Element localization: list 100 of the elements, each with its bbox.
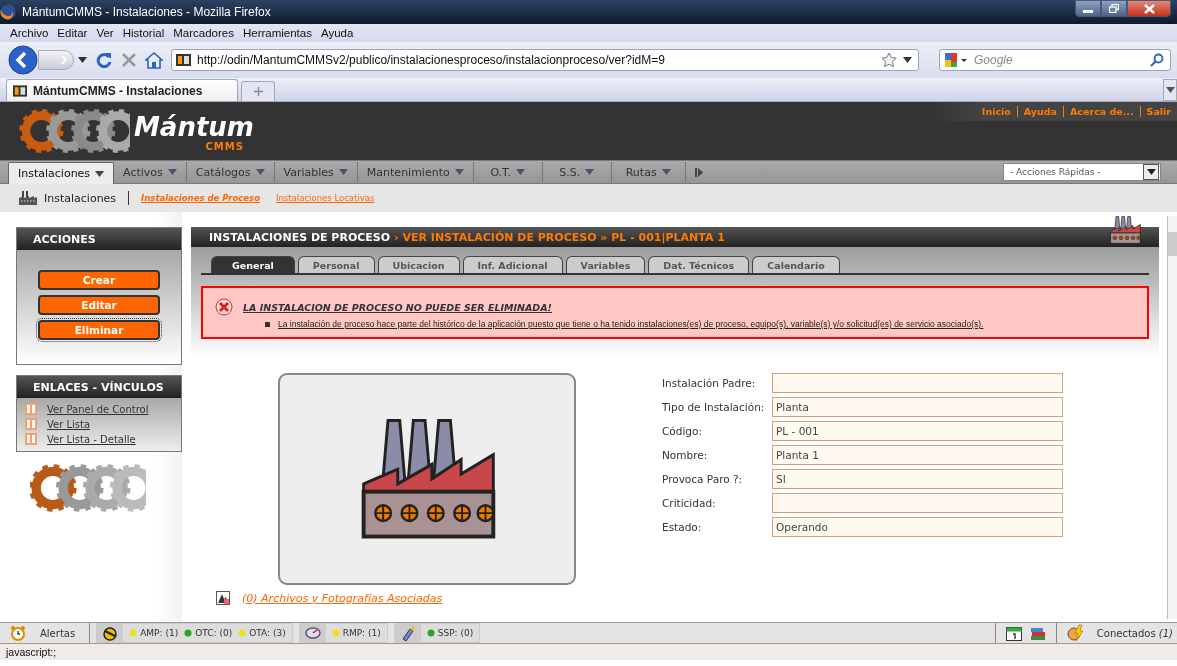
status-dot: [238, 629, 247, 637]
status-dot: [331, 629, 340, 637]
menu-item[interactable]: Ver: [96, 27, 114, 39]
input-field[interactable]: Planta: [772, 397, 1063, 417]
close-icon: [1143, 3, 1155, 14]
caret-icon: [661, 169, 671, 175]
menu-tab[interactable]: O.T.: [472, 162, 542, 182]
panel-header: ACCIONES: [17, 228, 181, 250]
alert-count[interactable]: AMP: (1): [140, 628, 179, 638]
tab[interactable]: Inf. Adicional: [462, 256, 563, 273]
field-label: Criticidad:: [662, 497, 717, 509]
home-icon[interactable]: [145, 51, 163, 69]
scrollbar[interactable]: [1167, 216, 1177, 619]
search-engine-icon[interactable]: [944, 51, 968, 69]
error-icon: [215, 298, 233, 316]
address-bar[interactable]: http://odin/MantumCMMSv2/publico/instalacionesproceso/instalacionproceso/ver?idM=9: [171, 49, 919, 71]
close-button[interactable]: [1127, 0, 1171, 17]
header-link[interactable]: Salir: [1139, 106, 1177, 117]
caret-icon: [167, 169, 177, 175]
input-field[interactable]: SI: [772, 469, 1063, 489]
field-label: Provoca Paro ?:: [662, 473, 744, 485]
url-input[interactable]: http://odin/MantumCMMSv2/publico/instalacionesproceso/instalacionproceso/ver?idM=9: [197, 53, 875, 67]
menu-tab[interactable]: Activos: [114, 162, 186, 182]
menu-item[interactable]: Marcadores: [173, 27, 234, 39]
input-field[interactable]: Planta 1: [772, 445, 1063, 465]
tab[interactable]: Calendario: [752, 256, 840, 273]
status-text: javascript:;: [6, 646, 57, 658]
input-field[interactable]: PL - 001: [772, 421, 1063, 441]
error-title: LA INSTALACION DE PROCESO NO PUEDE SER ELIMINADA!: [243, 301, 552, 313]
brand-name: Mántum: [134, 112, 254, 141]
field-label: Instalación Padre:: [662, 377, 757, 389]
gears-logo-icon: [18, 107, 130, 155]
gears-logo-icon: [30, 462, 146, 514]
alert-count[interactable]: OTA: (3): [249, 628, 286, 638]
caret-icon: [454, 169, 464, 175]
books-icon[interactable]: [1029, 625, 1046, 641]
attachment-icon[interactable]: [216, 591, 230, 605]
search-input[interactable]: Google: [974, 53, 1144, 67]
tab[interactable]: General: [211, 256, 295, 273]
caret-icon: [255, 169, 265, 175]
factory-icon: [18, 191, 38, 205]
connection-icon[interactable]: [1066, 624, 1085, 642]
bullet-icon: [265, 321, 270, 327]
expand-menu-icon[interactable]: [694, 167, 703, 177]
tab-list-button[interactable]: [1163, 79, 1177, 101]
menu-item[interactable]: Herramientas: [242, 27, 312, 39]
header-link[interactable]: Inicio: [975, 106, 1017, 117]
caret-icon: [516, 169, 526, 175]
firefox-icon: [0, 4, 16, 20]
menu-tab[interactable]: Variables: [273, 162, 357, 182]
error-detail: La instalación de proceso hace parte del histórico de la aplicación puesto que tiene o ha tenido instalaciones(es) de proceso, equipo(s), variable(s) y/o solicitud(es) de servicio asociado(s).: [278, 319, 984, 329]
site-icon: [176, 54, 191, 66]
panel-header: ENLACES - VÍNCULOS: [17, 376, 181, 398]
field-label: Estado:: [662, 521, 703, 533]
input-field[interactable]: [772, 493, 1063, 513]
dropdown-caret-icon: [903, 57, 912, 63]
calendar-icon[interactable]: [1005, 625, 1022, 641]
menu-tab[interactable]: Catálogos: [185, 162, 274, 182]
search-bar[interactable]: Google: [939, 49, 1171, 71]
quick-actions-select[interactable]: - Acciones Rápidas -: [1003, 163, 1161, 181]
tab[interactable]: Dat. Técnicos: [648, 256, 750, 273]
menu-item[interactable]: Archivo: [10, 27, 49, 39]
maximize-button[interactable]: [1101, 0, 1127, 17]
new-tab-button[interactable]: [241, 81, 275, 101]
tab[interactable]: Ubicacion: [377, 256, 460, 273]
menu-item[interactable]: Editar: [57, 27, 88, 39]
status-dot: [129, 629, 138, 637]
dropdown-caret-icon: [1146, 169, 1156, 175]
tab[interactable]: Personal: [297, 256, 375, 273]
chevron-icon: [61, 55, 67, 65]
header-link[interactable]: Ayuda: [1016, 106, 1063, 117]
caret-icon: [1165, 87, 1175, 93]
alert-count[interactable]: OTC: (0): [195, 628, 233, 638]
tab[interactable]: Variables: [565, 256, 646, 273]
header-link[interactable]: Acerca de...: [1063, 106, 1140, 117]
caret-icon: [338, 169, 348, 175]
menu-tab[interactable]: Mantenimiento: [356, 162, 473, 182]
sidebar-link[interactable]: Ver Panel de Control: [47, 403, 149, 415]
menu-item[interactable]: Ayuda: [320, 27, 354, 39]
input-field[interactable]: [772, 373, 1063, 393]
reload-icon[interactable]: [95, 51, 113, 69]
menu-tab[interactable]: Instalaciones: [8, 162, 115, 184]
search-icon[interactable]: [1150, 53, 1164, 67]
breadcrumb: › VER INSTALACIÓN DE PROCESO » PL - 001|PLANTA 1: [394, 230, 725, 244]
bookmark-star-icon[interactable]: [881, 52, 897, 68]
alarm-clock-icon[interactable]: [10, 625, 26, 641]
caret-icon: [585, 169, 595, 175]
status-dot: [184, 629, 193, 637]
back-button[interactable]: [8, 45, 38, 75]
minimize-button[interactable]: [1075, 0, 1101, 17]
connected-users: Conectados (1): [1096, 627, 1173, 639]
factory-icon: [1107, 215, 1143, 245]
input-field[interactable]: Operando: [772, 517, 1063, 537]
sidebar-link[interactable]: Ver Lista: [47, 418, 91, 430]
menu-item[interactable]: Historial: [122, 27, 165, 39]
browser-tab[interactable]: MántumCMMS - Instalaciones: [6, 79, 238, 101]
menu-tab[interactable]: S.S.: [541, 162, 611, 182]
sidebar-link[interactable]: Ver Lista - Detalle: [47, 433, 136, 445]
menu-tab[interactable]: Rutas: [610, 162, 685, 182]
gauge-icon[interactable]: [304, 625, 321, 641]
